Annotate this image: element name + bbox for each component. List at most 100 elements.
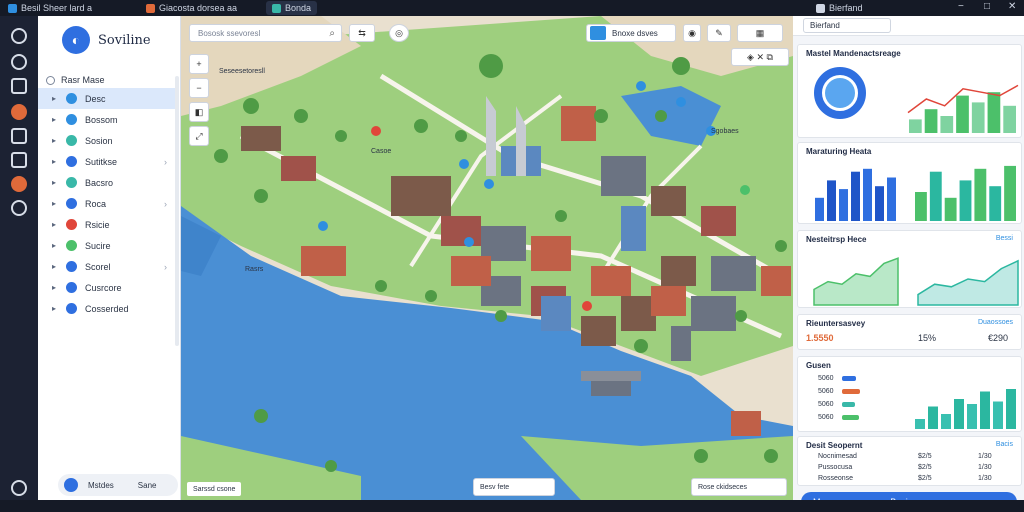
layer-icon: [66, 282, 77, 293]
map-label: Rasrs: [245, 266, 264, 273]
tree-root[interactable]: Rasr Mase: [38, 72, 175, 88]
settings-icon[interactable]: [11, 200, 27, 216]
expand-caret-icon[interactable]: ▸: [52, 157, 60, 166]
chart-bar: [924, 109, 938, 133]
sidebar-item-label: Roca: [85, 198, 107, 209]
map-view[interactable]: Bososk ssevoresl ⌕ ⇆ ◎ Bnoxe dsves ◉ ✎ ▦…: [181, 16, 793, 500]
target-button[interactable]: ◉: [683, 24, 701, 42]
usage-bar-chart: [915, 389, 1016, 429]
chevron-right-icon[interactable]: ›: [164, 157, 167, 167]
sidebar-item[interactable]: ▸ Bossom: [38, 109, 175, 130]
tree-root-label: Rasr Mase: [61, 75, 105, 85]
chart-bar: [967, 404, 977, 429]
layer-icon: [66, 303, 77, 314]
chart-bar: [987, 92, 1001, 133]
layer-icon: [66, 114, 77, 125]
tab-label: Bierfand: [829, 3, 863, 13]
sidebar-item-label: Desc: [85, 93, 106, 104]
expand-caret-icon[interactable]: ▸: [52, 136, 60, 145]
sidebar-item-label: Sucire: [85, 240, 111, 251]
sidebar-item-label: Scorel: [85, 261, 111, 272]
sidebar-item[interactable]: ▸ Desc: [38, 88, 175, 109]
tab-map[interactable]: Bonda: [266, 1, 318, 15]
zoom-in-button[interactable]: +: [189, 54, 209, 74]
search-icon[interactable]: ⌕: [329, 28, 335, 39]
kpi-value: 15%: [918, 333, 937, 343]
sidebar-item[interactable]: ▸ Sosion: [38, 130, 175, 151]
map-chip[interactable]: Bnoxe dsves: [586, 24, 676, 42]
sidebar-item[interactable]: ▸ Sucire: [38, 235, 175, 256]
fullscreen-icon[interactable]: ⤢: [189, 126, 209, 146]
layer-icon: [66, 93, 77, 104]
icon-rail: [0, 16, 38, 500]
sidebar-item[interactable]: ▸ Roca ›: [38, 193, 175, 214]
chart-bar: [944, 197, 957, 221]
expand-caret-icon[interactable]: ▸: [52, 304, 60, 313]
card-title: Desit Seopernt: [806, 441, 863, 450]
maximize-button[interactable]: □: [984, 1, 990, 12]
sidebar-footer[interactable]: Mstdes Sane: [58, 474, 178, 496]
sidebar-item[interactable]: ▸ Cusrcore: [38, 277, 175, 298]
expand-caret-icon[interactable]: ▸: [52, 178, 60, 187]
expand-caret-icon[interactable]: ▸: [52, 262, 60, 271]
panel-tab[interactable]: Bierfand: [803, 18, 891, 33]
map-info-chip[interactable]: Rose ckidseces: [691, 478, 787, 496]
globe-icon[interactable]: [11, 28, 27, 44]
chip-icon: [590, 26, 606, 40]
chart-bar: [993, 401, 1003, 429]
chevron-right-icon[interactable]: ›: [164, 199, 167, 209]
sidebar-item[interactable]: ▸ Bacsro: [38, 172, 175, 193]
map-chip-label: Bnoxe dsves: [612, 28, 658, 38]
donut-chart: [814, 67, 1019, 133]
tab-app[interactable]: Besil Sheer lard a: [2, 1, 98, 15]
compass-icon[interactable]: [11, 54, 27, 70]
expand-caret-icon[interactable]: ▸: [52, 115, 60, 124]
sidebar-item[interactable]: ▸ Sutitkse ›: [38, 151, 175, 172]
map-status-chip[interactable]: Besv fete: [473, 478, 555, 496]
scale-bar: Sarssd csone: [187, 482, 242, 496]
locate-button[interactable]: ◎: [389, 24, 409, 42]
chart-bar: [1004, 165, 1016, 221]
map-label: Casoe: [371, 148, 392, 155]
expand-caret-icon[interactable]: ▸: [52, 241, 60, 250]
card-link[interactable]: Duaossoes: [978, 319, 1013, 326]
folder-icon[interactable]: [11, 152, 27, 168]
sidebar-item[interactable]: ▸ Scorel ›: [38, 256, 175, 277]
expand-caret-icon[interactable]: ▸: [52, 199, 60, 208]
minimize-button[interactable]: −: [958, 1, 964, 12]
expand-caret-icon[interactable]: ▸: [52, 220, 60, 229]
chart-bar: [909, 119, 922, 133]
layer-icon: [66, 135, 77, 146]
layers-toggle-button[interactable]: ⇆: [349, 24, 375, 42]
doc-icon: [146, 3, 155, 13]
map-search-input[interactable]: Bososk ssevoresl ⌕: [189, 24, 342, 42]
sidebar-scrollbar[interactable]: [175, 76, 179, 346]
draw-button[interactable]: ✎: [707, 24, 731, 42]
expand-caret-icon[interactable]: ▸: [52, 283, 60, 292]
sidebar-item[interactable]: ▸ Cosserded: [38, 298, 175, 319]
chart-bar: [851, 171, 860, 221]
chevron-right-icon[interactable]: ›: [164, 262, 167, 272]
close-button[interactable]: ✕: [1008, 1, 1016, 12]
card-usage: Gusen 5060 5060 5060 5060: [797, 356, 1022, 432]
layers-icon[interactable]: ◧: [189, 102, 209, 122]
home-icon: [816, 3, 825, 13]
document-icon[interactable]: [11, 78, 27, 94]
zoom-out-button[interactable]: −: [189, 78, 209, 98]
expand-caret-icon[interactable]: ▸: [52, 94, 60, 103]
sidebar-item[interactable]: ▸ Rsicie: [38, 214, 175, 235]
chart-bar: [827, 180, 836, 221]
view-toggle-button[interactable]: ▦: [737, 24, 783, 42]
user-icon[interactable]: [11, 104, 27, 120]
map-icon: [272, 3, 281, 13]
building-icon[interactable]: [11, 128, 27, 144]
avatar-icon[interactable]: [11, 176, 27, 192]
tab-right[interactable]: Bierfand: [810, 1, 869, 15]
sidebar-item-label: Cosserded: [85, 303, 129, 314]
bar-chart: [815, 165, 1016, 221]
tab-document[interactable]: Giacosta dorsea aa: [140, 1, 243, 15]
card-link[interactable]: Bacis: [996, 441, 1013, 448]
chart-bar: [915, 192, 927, 221]
map-tools-group[interactable]: ◈ ✕ ⧉: [731, 48, 789, 66]
help-icon[interactable]: [11, 480, 27, 496]
